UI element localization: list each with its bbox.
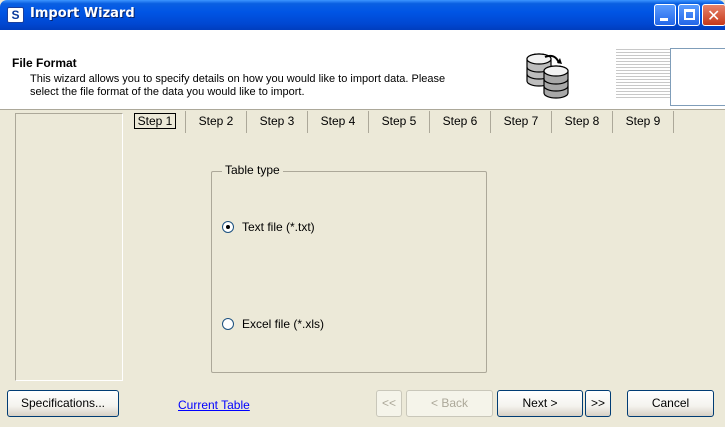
text-file-label: Text file (*.txt) <box>242 220 315 234</box>
wizard-header: File Format This wizard allows you to sp… <box>0 30 725 110</box>
cancel-button[interactable]: Cancel <box>627 390 714 417</box>
tab-step-5[interactable]: Step 5 <box>369 111 430 133</box>
minimize-button[interactable] <box>654 4 676 26</box>
database-icon <box>526 53 569 99</box>
tab-step-1[interactable]: Step 1 <box>125 111 186 133</box>
title-bar[interactable]: S Import Wizard ✕ <box>0 0 725 30</box>
excel-file-option[interactable]: Excel file (*.xls) <box>222 317 324 331</box>
page-description: This wizard allows you to specify detail… <box>30 73 446 98</box>
tab-step-3[interactable]: Step 3 <box>247 111 308 133</box>
table-type-group <box>211 171 487 373</box>
last-step-button[interactable]: >> <box>585 390 611 417</box>
maximize-icon <box>684 9 695 20</box>
close-button[interactable]: ✕ <box>702 4 725 26</box>
tab-step-2[interactable]: Step 2 <box>186 111 247 133</box>
minimize-icon <box>660 18 668 21</box>
specifications-button[interactable]: Specifications... <box>7 390 119 417</box>
text-file-radio[interactable] <box>222 221 234 233</box>
page-title: File Format <box>12 56 77 70</box>
left-panel <box>15 113 123 381</box>
text-file-option[interactable]: Text file (*.txt) <box>222 220 315 234</box>
window-title: Import Wizard <box>30 6 135 21</box>
tab-step-7[interactable]: Step 7 <box>491 111 552 133</box>
header-image-frame <box>670 48 725 106</box>
import-wizard-window: S Import Wizard ✕ File Format This wizar… <box>0 0 725 427</box>
tab-step-8[interactable]: Step 8 <box>552 111 613 133</box>
close-icon: ✕ <box>707 6 721 25</box>
table-type-label: Table type <box>222 163 283 177</box>
excel-file-radio[interactable] <box>222 318 234 330</box>
header-decoration <box>616 49 671 99</box>
current-table-link[interactable]: Current Table <box>178 398 250 412</box>
maximize-button[interactable] <box>678 4 700 26</box>
excel-file-label: Excel file (*.xls) <box>242 317 325 331</box>
first-step-button[interactable]: << <box>376 390 402 417</box>
next-button[interactable]: Next > <box>497 390 583 417</box>
back-button[interactable]: < Back <box>406 390 493 417</box>
tab-step-4[interactable]: Step 4 <box>308 111 369 133</box>
app-icon[interactable]: S <box>7 7 24 23</box>
tab-step-6[interactable]: Step 6 <box>430 111 491 133</box>
tab-step-9[interactable]: Step 9 <box>613 111 674 133</box>
